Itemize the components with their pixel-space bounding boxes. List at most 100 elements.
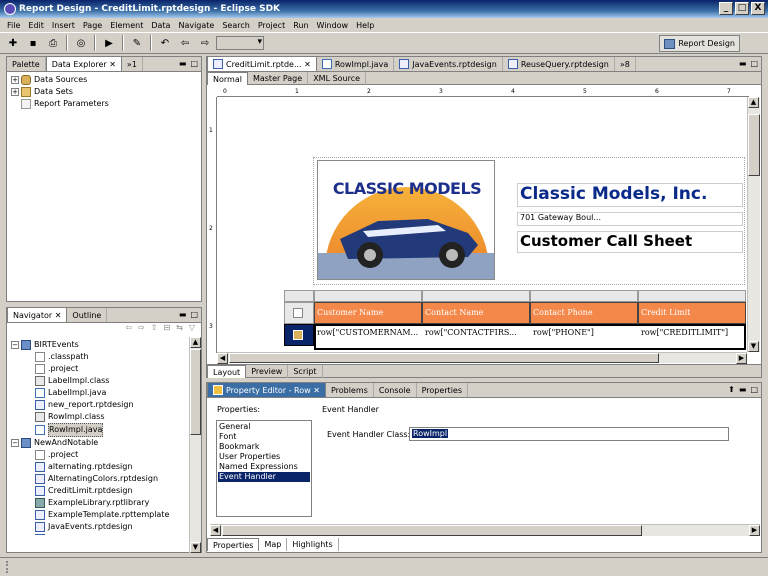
company-address[interactable]: 701 Gateway Boul... [517, 212, 743, 226]
expand-icon[interactable]: + [11, 76, 19, 84]
menu-help[interactable]: Help [352, 21, 378, 30]
tree-item[interactable]: .project [9, 449, 187, 461]
cell-contactfirstname[interactable]: row["CONTACTFIRS... [423, 326, 529, 340]
column-handle[interactable] [638, 290, 746, 302]
cell-creditlimit[interactable]: row["CREDITLIMIT"] [639, 326, 745, 340]
tab-script[interactable]: Script [288, 365, 323, 378]
scroll-up-icon[interactable]: ▲ [190, 337, 201, 348]
cell-phone[interactable]: row["PHONE"] [531, 326, 637, 340]
tree-item[interactable]: LabelImpl.java [9, 387, 187, 399]
scroll-left-icon[interactable]: ◀ [217, 353, 228, 364]
tree-item[interactable]: LabelImpl.class [9, 375, 187, 387]
tab-reusequery[interactable]: ReuseQuery.rptdesign [503, 57, 615, 71]
minimize-icon[interactable]: ▬ [179, 310, 187, 319]
tab-layout[interactable]: Layout [207, 365, 247, 378]
menu-data[interactable]: Data [147, 21, 174, 30]
tree-item[interactable]: AlternatingColors.rptdesign [9, 473, 187, 485]
layout-canvas[interactable]: CLASSIC MODELS Classic Models, Inc. 701 … [217, 97, 747, 352]
tree-item[interactable]: .project [9, 363, 187, 375]
tree-item[interactable]: ExampleLibrary.rptlibrary [9, 497, 187, 509]
tab-problems[interactable]: Problems [326, 383, 374, 397]
collapse-icon[interactable]: − [11, 341, 19, 349]
tab-map[interactable]: Map [259, 538, 288, 551]
table-corner[interactable] [284, 290, 314, 302]
subtab-master-page[interactable]: Master Page [248, 72, 309, 85]
menu-project[interactable]: Project [254, 21, 289, 30]
column-handle[interactable] [314, 290, 422, 302]
close-icon[interactable]: ✕ [55, 311, 62, 320]
minimize-icon[interactable]: ▬ [179, 59, 187, 68]
tree-item[interactable]: Report Parameters [9, 98, 199, 110]
company-name[interactable]: Classic Models, Inc. [517, 183, 743, 207]
header-contact-phone[interactable]: Contact Phone [530, 302, 638, 324]
property-list-item[interactable]: General [218, 422, 310, 432]
menu-run[interactable]: Run [289, 21, 312, 30]
property-list-item[interactable]: Event Handler [218, 472, 310, 482]
scroll-right-icon[interactable]: ▶ [749, 525, 760, 536]
up-icon[interactable]: ⇧ [151, 323, 158, 337]
tree-item[interactable]: .classpath [9, 351, 187, 363]
tab-outline[interactable]: Outline [67, 308, 108, 322]
tab-property-editor[interactable]: Property Editor - Row ✕ [207, 382, 326, 397]
editor-hscrollbar[interactable]: ◀ ▶ [217, 352, 747, 364]
scroll-thumb[interactable] [222, 525, 642, 536]
tab-data-explorer[interactable]: Data Explorer ✕ [45, 56, 122, 71]
tab-preview[interactable]: Preview [246, 365, 289, 378]
save-icon[interactable]: ▪ [24, 35, 42, 51]
tree-item[interactable]: new_report.rptdesign [9, 399, 187, 411]
tab-highlights[interactable]: Highlights [287, 538, 339, 551]
tree-item[interactable]: + Data Sources [9, 74, 199, 86]
column-handle[interactable] [530, 290, 638, 302]
property-list-item[interactable]: Font [218, 432, 310, 442]
maximize-icon[interactable]: □ [190, 310, 198, 319]
new-icon[interactable]: ✚ [4, 35, 22, 51]
close-icon[interactable]: ✕ [109, 60, 116, 69]
logo-image[interactable]: CLASSIC MODELS [317, 160, 495, 280]
column-handle[interactable] [422, 290, 530, 302]
forward-icon[interactable]: ⇨ [196, 35, 214, 51]
scroll-down-icon[interactable]: ▼ [190, 542, 201, 553]
header-customer-name[interactable]: Customer Name [314, 302, 422, 324]
subtab-xml-source[interactable]: XML Source [308, 72, 367, 85]
tab-creditlimit[interactable]: CreditLimit.rptde... ✕ [207, 56, 317, 71]
navigator-scrollbar[interactable]: ▲ ▼ [189, 337, 201, 553]
event-handler-class-input[interactable]: RowImpl [409, 427, 729, 441]
expand-icon[interactable]: + [11, 88, 19, 96]
back-icon[interactable]: ⇦ [125, 323, 132, 337]
menu-insert[interactable]: Insert [48, 21, 79, 30]
tree-item[interactable]: CreditLimit.rptdesign [9, 485, 187, 497]
property-hscrollbar[interactable]: ◀ ▶ [210, 524, 760, 536]
link-icon[interactable]: ⇆ [176, 323, 183, 337]
scroll-thumb[interactable] [229, 353, 659, 363]
edit-icon[interactable]: ✎ [128, 35, 146, 51]
minimize-button[interactable]: _ [719, 2, 733, 15]
forward-icon[interactable]: ⇨ [138, 323, 145, 337]
tree-item[interactable]: + Data Sets [9, 86, 199, 98]
maximize-button[interactable]: □ [735, 2, 749, 15]
tree-item[interactable]: − BIRTEvents [9, 339, 187, 351]
tree-item[interactable]: new_report_1.rptdesign [9, 533, 187, 535]
sheet-title[interactable]: Customer Call Sheet [517, 231, 743, 253]
print-icon[interactable]: ⎙ [44, 35, 62, 51]
tab-rowimpl[interactable]: RowImpl.java [317, 57, 395, 71]
tab-javaevents[interactable]: JavaEvents.rptdesign [394, 57, 503, 71]
property-list-item[interactable]: Bookmark [218, 442, 310, 452]
editor-vscrollbar[interactable]: ▲ ▼ [747, 97, 760, 352]
close-icon[interactable]: ✕ [313, 386, 320, 395]
maximize-icon[interactable]: □ [750, 385, 758, 394]
scroll-right-icon[interactable]: ▶ [736, 353, 747, 364]
property-list-item[interactable]: Named Expressions [218, 462, 310, 472]
row-handle[interactable] [284, 302, 314, 324]
close-icon[interactable]: ✕ [304, 60, 311, 69]
menu-window[interactable]: Window [313, 21, 353, 30]
property-list-item[interactable]: User Properties [218, 452, 310, 462]
tree-item[interactable]: JavaEvents.rptdesign [9, 521, 187, 533]
tree-item[interactable]: − NewAndNotable [9, 437, 187, 449]
tree-item[interactable]: ExampleTemplate.rpttemplate [9, 509, 187, 521]
perspective-button[interactable]: Report Design [659, 35, 740, 52]
close-button[interactable]: X [751, 2, 765, 15]
minimize-icon[interactable]: ▬ [739, 59, 747, 68]
tree-item[interactable]: RowImpl.java [9, 423, 187, 437]
tab-palette[interactable]: Palette [7, 57, 46, 71]
row-handle-selected[interactable] [284, 324, 314, 346]
